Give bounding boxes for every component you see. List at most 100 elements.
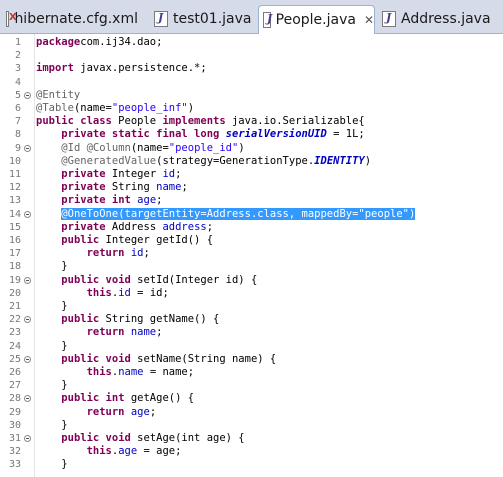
code-text: this.name = name; [86,366,195,378]
line-number: 26 [8,367,21,378]
code-line[interactable]: 20 this.id = id; [0,287,503,300]
line-number: 30 [8,419,21,431]
line-number: 18 [8,261,21,273]
tab-label: test01.java [173,11,252,27]
code-line[interactable]: 3 import javax.persistence.*; [0,62,503,75]
code-line[interactable]: 27 } [0,379,503,392]
code-text: public void setName(String name) { [61,352,277,365]
code-line[interactable]: 22 public String getName() { [0,313,503,326]
code-line[interactable]: 19 public void setId(Integer id) { [0,274,503,287]
line-number: 23 [8,327,21,339]
tab-address-java[interactable]: Address.java [378,5,496,33]
code-line[interactable]: 5 @Entity [0,89,503,102]
code-text: import javax.persistence.*; [36,62,207,75]
code-line[interactable]: 15 private Address address; [0,221,503,234]
line-number: 33 [8,459,21,471]
line-number: 7 [14,116,21,128]
line-number: 2 [14,50,21,62]
code-line[interactable]: 4 [0,76,503,89]
code-text: } [36,379,68,392]
code-line[interactable]: 16 public Integer getId() { [0,234,503,247]
fold-toggle-icon[interactable] [24,316,31,324]
code-line[interactable]: 9 @Id @Column(name="people_id") [0,142,503,155]
line-number: 5 [14,89,21,101]
code-line[interactable]: 29 return age; [0,406,503,419]
line-number: 19 [8,274,21,286]
fold-toggle-icon[interactable] [24,144,31,152]
line-number: 14 [8,208,21,220]
line-number: 15 [8,221,21,233]
code-text: } [36,339,68,352]
code-text: private int age; [61,194,163,207]
code-line[interactable]: 28 public int getAge() { [0,392,503,405]
code-line[interactable]: 21 } [0,300,503,313]
close-tab-icon[interactable]: ✕ [364,13,374,27]
line-number: 8 [14,129,21,141]
line-number: 16 [8,235,21,246]
code-text: return id; [86,247,150,260]
code-line[interactable]: 1 packagecom.ij34.dao; [0,36,503,49]
code-text: return name; [86,326,163,339]
code-line[interactable]: 18 } [0,260,503,273]
code-line[interactable]: 13 private int age; [0,194,503,207]
code-text: @Entity [36,88,81,101]
code-line[interactable]: 6 @Table(name="people_inf") [0,102,503,115]
code-line[interactable]: 33 } [0,458,503,471]
code-text: @GeneratedValue(strategy=GenerationType.… [61,154,372,167]
code-line[interactable]: 32 this.age = age; [0,445,503,458]
code-text: } [36,418,68,431]
xml-file-icon [6,11,18,27]
fold-toggle-icon[interactable] [24,210,31,218]
code-text: private Integer id; [61,168,182,180]
line-number: 21 [8,301,21,312]
code-line[interactable]: 12 private String name; [0,181,503,194]
line-number: 31 [8,433,21,444]
code-line[interactable]: 10 @GeneratedValue(strategy=GenerationTy… [0,155,503,168]
code-line[interactable]: 7 public class People implements java.io.… [0,115,503,128]
code-line[interactable]: 17 return id; [0,247,503,260]
tab-test01-java[interactable]: test01.java [150,5,255,33]
tab-people-java[interactable]: People.java ✕ [258,5,375,34]
line-number: 32 [8,446,21,458]
code-text: private static final long serialVersionU… [61,128,365,141]
fold-toggle-icon[interactable] [24,276,31,284]
java-file-icon [382,11,396,27]
tab-label: Address.java [401,11,491,27]
line-number: 3 [14,63,21,75]
line-number: 24 [8,340,21,352]
fold-toggle-icon[interactable] [24,435,31,442]
code-text: public void setAge(int age) { [61,432,245,444]
code-line[interactable]: 2 [0,49,503,62]
fold-toggle-icon[interactable] [24,355,31,363]
code-text: public String getName() { [61,313,220,326]
code-text: public int getAge() { [61,392,195,405]
code-line[interactable]: 11 private Integer id; [0,168,503,181]
line-number: 10 [8,155,21,167]
line-number: 28 [8,393,21,405]
code-line[interactable]: 25 public void setName(String name) { [0,353,503,366]
code-text: @Id @Column(name="people_id") [61,141,245,154]
code-line[interactable]: 8 private static final long serialVersio… [0,128,503,141]
fold-toggle-icon[interactable] [24,91,31,99]
code-line[interactable]: 30 } [0,419,503,432]
code-line[interactable]: 14 @OneToOne(targetEntity=Address.class,… [0,207,503,221]
fold-toggle-icon[interactable] [24,395,31,403]
code-text: } [36,300,68,312]
code-line[interactable]: 24 } [0,340,503,353]
code-text: private Address address; [61,220,214,233]
line-number: 13 [8,195,21,207]
code-line[interactable]: 31 public void setAge(int age) { [0,432,503,445]
line-number: 17 [8,248,21,260]
editor-tab-bar: hibernate.cfg.xml test01.java People.jav… [0,0,503,34]
code-line[interactable]: 23 return name; [0,326,503,339]
code-line[interactable]: 26 this.name = name; [0,366,503,379]
code-editor[interactable]: 1 packagecom.ij34.dao; 2 3 import javax.pers… [0,34,503,477]
line-number: 4 [14,76,21,88]
code-text: this.id = id; [86,286,169,299]
tab-hibernate-cfg-xml[interactable]: hibernate.cfg.xml [2,5,138,33]
tab-label: hibernate.cfg.xml [14,11,138,27]
java-file-icon [154,11,168,27]
code-text: public Integer getId() { [61,234,214,246]
code-text: public void setId(Integer id) { [61,273,258,286]
java-file-icon [263,12,272,28]
